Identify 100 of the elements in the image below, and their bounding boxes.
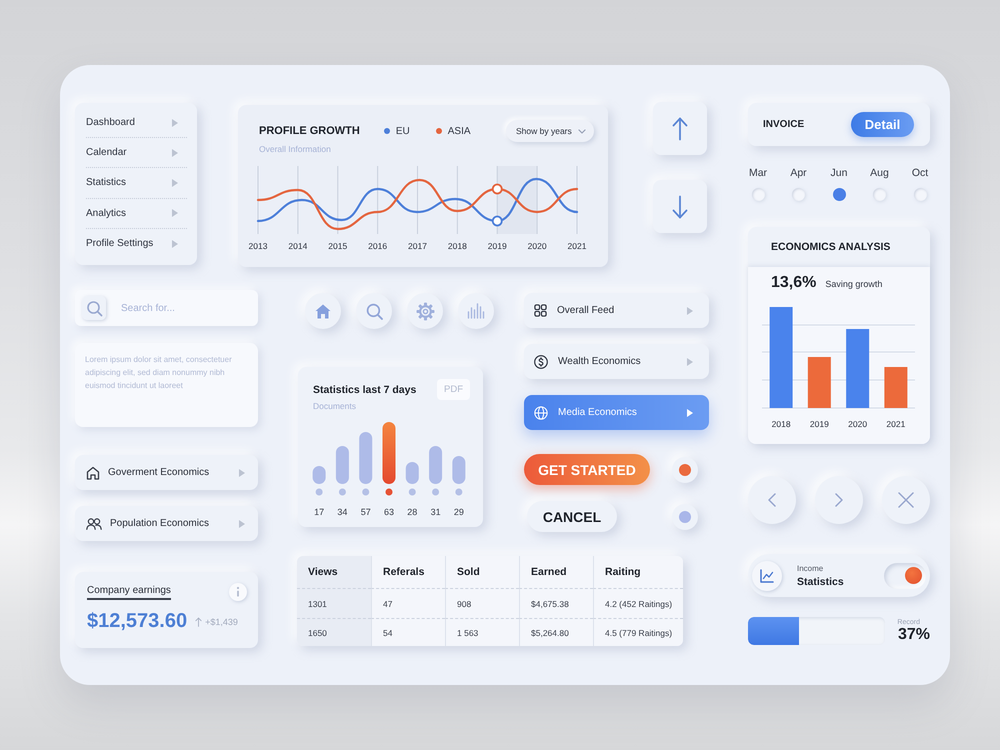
line-chart-icon xyxy=(752,560,782,590)
grid-icon xyxy=(534,304,547,317)
arrow-up-icon xyxy=(672,116,688,140)
sidebar-item[interactable]: Dashboard xyxy=(86,108,187,138)
value-label: 57 xyxy=(360,507,371,517)
value-label: 63 xyxy=(384,507,394,517)
sidebar-item[interactable]: Analytics xyxy=(86,198,187,229)
sidebar-item[interactable]: Profile Settings xyxy=(86,228,187,259)
chart-title: PROFILE GROWTH xyxy=(259,125,360,137)
year-label: 2019 xyxy=(810,419,829,429)
house-icon xyxy=(86,466,100,480)
year-label: 2013 xyxy=(248,241,268,251)
dot-icon xyxy=(386,488,392,496)
dot-icon xyxy=(316,488,323,496)
earnings-amount: $12,573.60 xyxy=(87,610,188,633)
menu-button[interactable]: Overall Feed xyxy=(524,293,709,328)
chart-subtitle: Overall Information xyxy=(259,144,332,155)
percent-reading: 37% xyxy=(898,626,930,644)
value-label: 28 xyxy=(407,507,418,517)
sidebar-item[interactable]: Statistics xyxy=(86,168,187,199)
growth-caption: Saving growth xyxy=(825,279,882,289)
month-option[interactable]: Aug xyxy=(870,166,890,201)
chart-subtitle: Documents xyxy=(313,401,357,412)
value-label: 29 xyxy=(454,507,464,517)
search-icon xyxy=(366,302,382,320)
dot-icon xyxy=(455,488,462,496)
table-cell: 47 xyxy=(371,588,445,618)
table-cell: 54 xyxy=(371,618,445,646)
column-header: Referals xyxy=(371,556,445,588)
table-cell: 4.2 (452 Raitings) xyxy=(593,588,683,618)
triangle-icon xyxy=(172,178,178,187)
search-field[interactable]: Search for... xyxy=(75,290,258,326)
year-label: 2019 xyxy=(488,241,507,251)
year-label: 2021 xyxy=(568,241,586,251)
table-cell: 4.5 (779 Raitings) xyxy=(593,618,683,646)
table-cell: 1650 xyxy=(297,618,371,646)
legend-label: ASIA xyxy=(448,126,471,136)
year-label: 2020 xyxy=(528,241,547,251)
table-cell: $5,264.80 xyxy=(519,618,593,646)
arrow-up-icon xyxy=(195,616,202,626)
search-icon xyxy=(82,296,106,320)
table-cell: 1 563 xyxy=(445,618,519,646)
column-header: Raiting xyxy=(593,556,683,588)
menu-button[interactable]: Wealth Economics xyxy=(524,344,709,379)
card-title: Statistics last 7 days xyxy=(313,384,416,396)
cancel-button[interactable]: CANCEL xyxy=(527,501,617,532)
year-label: 2015 xyxy=(328,241,348,251)
arrow-down-icon xyxy=(672,194,688,218)
earnings-label: Company earnings xyxy=(87,584,171,600)
triangle-icon xyxy=(687,306,693,314)
year-label: 2020 xyxy=(848,419,868,429)
dot-icon xyxy=(338,488,346,496)
up-button[interactable] xyxy=(653,102,707,155)
text-area-field[interactable]: Lorem ipsum dolor sit amet, consectetuer adipiscing elit, sed diam nonummy nibh euismod tincidunt ut laoreet xyxy=(75,343,258,427)
triangle-icon xyxy=(687,358,693,366)
legend-label: EU xyxy=(396,126,410,136)
point-marker xyxy=(492,184,503,194)
sidebar-item[interactable]: Calendar xyxy=(86,138,187,168)
column-header: Views xyxy=(297,556,371,588)
triangle-icon xyxy=(172,118,178,127)
dot-icon xyxy=(408,488,416,496)
change-value: +$1,439 xyxy=(205,616,238,626)
month-option[interactable]: Oct xyxy=(910,166,930,201)
triangle-icon xyxy=(239,468,245,476)
dot-icon xyxy=(432,488,440,496)
table-cell: 1301 xyxy=(297,588,371,618)
year-label: 2014 xyxy=(288,241,308,251)
month-option[interactable]: Apr xyxy=(788,166,808,201)
column-header: Earned xyxy=(519,556,593,588)
table-cell: $4,675.38 xyxy=(519,588,593,618)
category-button[interactable]: Goverment Economics xyxy=(75,455,258,490)
point-marker xyxy=(492,216,503,226)
income-title: Statistics xyxy=(797,576,844,588)
year-label: 2018 xyxy=(448,241,467,251)
triangle-icon xyxy=(172,209,178,218)
people-icon xyxy=(86,518,102,530)
year-label: 2021 xyxy=(886,419,906,429)
month-option[interactable]: Jun xyxy=(829,166,849,201)
year-label: 2018 xyxy=(772,419,791,429)
dot-icon xyxy=(362,488,370,496)
month-option[interactable]: Mar xyxy=(748,166,768,201)
value-label: 34 xyxy=(337,507,348,517)
invoice-title: INVOICE xyxy=(763,119,804,130)
settings-icon xyxy=(416,302,434,320)
file-type-tag: PDF xyxy=(437,379,470,400)
dropdown-button[interactable]: Show by years xyxy=(506,120,594,142)
value-label: 17 xyxy=(314,507,324,517)
chevron-left-icon xyxy=(768,493,776,507)
chevron-right-icon xyxy=(835,493,843,507)
down-button[interactable] xyxy=(653,180,707,233)
close-icon xyxy=(898,492,914,508)
column-header: Sold xyxy=(445,556,519,588)
info-icon xyxy=(229,583,247,601)
triangle-icon xyxy=(239,520,245,528)
category-button[interactable]: Population Economics xyxy=(75,506,258,541)
year-label: 2016 xyxy=(368,241,388,251)
triangle-icon xyxy=(172,148,178,157)
card-title: ECONOMICS ANALYSIS xyxy=(770,240,892,255)
home-icon xyxy=(315,304,331,318)
triangle-icon xyxy=(687,408,693,416)
